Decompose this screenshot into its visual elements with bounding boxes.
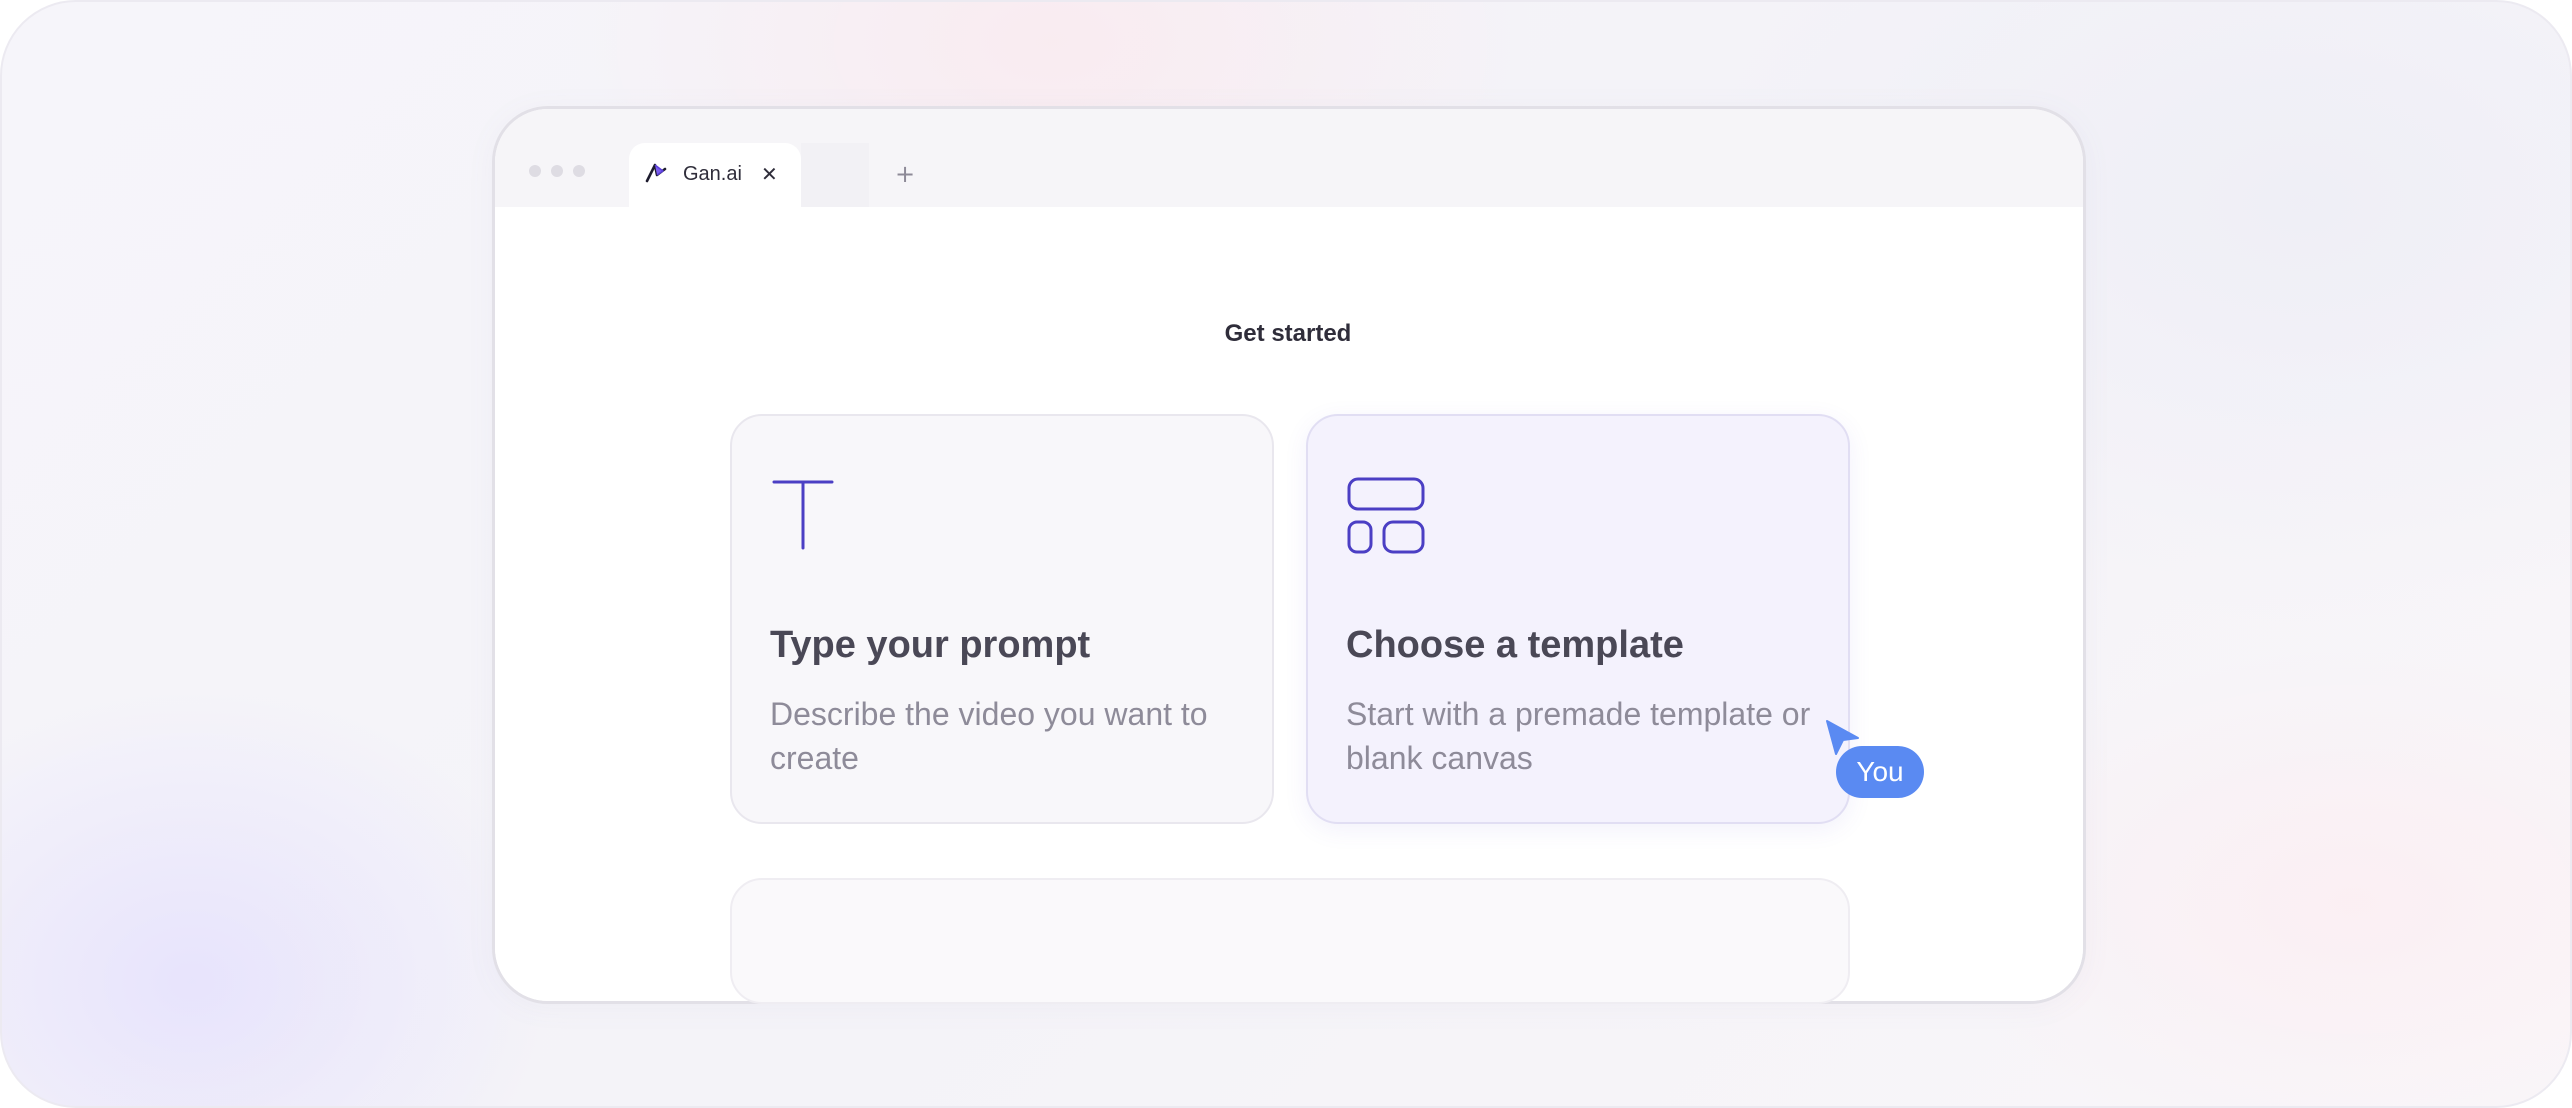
window-dot[interactable] (573, 165, 585, 177)
tab-title: Gan.ai (683, 163, 742, 185)
background-stage: Gan.ai ✕ + Get started Type your prompt … (0, 0, 2572, 1108)
card-description: Start with a premade template or blank c… (1346, 696, 1811, 776)
tab-bar: Gan.ai ✕ + (495, 109, 2083, 207)
type-prompt-card[interactable]: Type your prompt Describe the video you … (730, 414, 1274, 824)
page-title: Get started (1224, 320, 1352, 347)
card-title: Type your prompt (770, 624, 1091, 666)
close-icon[interactable]: ✕ (761, 160, 778, 188)
tab-gan-ai[interactable]: Gan.ai ✕ (629, 143, 801, 207)
text-t-icon (772, 480, 834, 550)
placeholder-card (730, 878, 1850, 1004)
cursor-user-label: You (1836, 746, 1924, 798)
window-dot[interactable] (551, 165, 563, 177)
gan-logo-icon (645, 163, 667, 183)
template-layout-icon (1347, 477, 1425, 554)
new-tab-plus-icon[interactable]: + (895, 159, 915, 189)
tab-spacer (801, 143, 869, 207)
window-controls[interactable] (529, 165, 585, 177)
card-description: Describe the video you want to create (770, 696, 1208, 776)
choose-template-card[interactable]: Choose a template Start with a premade t… (1306, 414, 1850, 824)
window-dot[interactable] (529, 165, 541, 177)
card-title: Choose a template (1346, 624, 1684, 666)
